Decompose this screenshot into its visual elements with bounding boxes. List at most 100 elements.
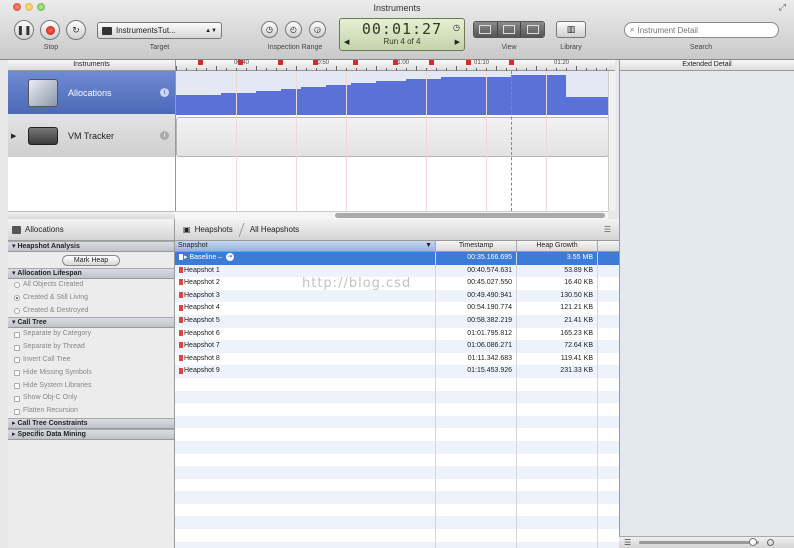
- inspection-end-button[interactable]: ◶: [309, 21, 326, 38]
- cell-heap-growth: 16.40 KB: [517, 277, 598, 290]
- view-segmented-control[interactable]: [473, 21, 545, 38]
- view-left-pane-button[interactable]: [474, 22, 498, 37]
- heapshot-flag-icon[interactable]: [313, 60, 318, 65]
- checkbox-option[interactable]: Separate by Category: [8, 328, 174, 341]
- heapshot-flag-icon[interactable]: [353, 60, 358, 65]
- disclosure-triangle-icon[interactable]: ▶: [11, 132, 16, 140]
- cell-snapshot: [175, 478, 436, 492]
- view-bottom-pane-button[interactable]: [497, 22, 522, 37]
- window-left-edge: [0, 60, 8, 548]
- library-button[interactable]: ▥: [556, 21, 586, 38]
- section-call-tree-constraints[interactable]: ▸ Call Tree Constraints: [8, 417, 174, 429]
- mark-heap-button[interactable]: Mark Heap: [62, 255, 120, 266]
- navigate-arrow-icon[interactable]: ➔: [226, 253, 235, 262]
- record-button[interactable]: [40, 20, 60, 40]
- target-selector[interactable]: InstrumentsTut... ▲▼: [97, 22, 222, 39]
- track-horizontal-scrollbar[interactable]: [175, 211, 608, 219]
- table-row[interactable]: Heapshot 9 01:15.453.926 231.33 KB: [175, 365, 619, 378]
- heapshot-flag-icon[interactable]: [429, 60, 434, 65]
- breadcrumb: ▣ Heapshots All Heapshots ☰: [175, 219, 619, 241]
- column-header-snapshot[interactable]: Snapshot ▼: [175, 241, 436, 251]
- view-right-pane-button[interactable]: [521, 22, 544, 37]
- table-row[interactable]: Heapshot 4 00:54.190.774 121.21 KB: [175, 302, 619, 315]
- heapshot-flag-icon[interactable]: [393, 60, 398, 65]
- option-label: Invert Call Tree: [23, 355, 71, 363]
- instrument-row-vm-tracker[interactable]: ▶ VM Tracker i: [8, 114, 175, 157]
- radio-option[interactable]: All Objects Created: [8, 279, 174, 292]
- info-icon[interactable]: i: [160, 88, 169, 97]
- checkbox[interactable]: [14, 357, 20, 364]
- empty-table-row: [175, 478, 619, 492]
- checkbox[interactable]: [14, 408, 20, 415]
- sort-arrow-icon: ▼: [425, 242, 432, 249]
- checkbox[interactable]: [14, 382, 20, 389]
- info-icon[interactable]: i: [160, 131, 169, 140]
- ruler-tick-label: 01:10: [474, 60, 490, 66]
- section-label: Call Tree: [17, 319, 47, 327]
- previous-run-arrow-icon[interactable]: ◀: [344, 38, 349, 46]
- playhead-line[interactable]: [511, 71, 512, 211]
- search-input[interactable]: [637, 25, 758, 35]
- table-row[interactable]: Heapshot 5 00:58.382.219 21.41 KB: [175, 314, 619, 328]
- section-allocation-lifespan[interactable]: ▾ Allocation Lifespan: [8, 268, 174, 279]
- list-menu-icon[interactable]: ☰: [604, 225, 611, 234]
- checkbox[interactable]: [14, 370, 20, 377]
- column-header-timestamp[interactable]: Timestamp: [436, 241, 517, 251]
- next-run-arrow-icon[interactable]: ▶: [455, 38, 460, 46]
- table-row[interactable]: ▸ Baseline – ➔ 00:35.166.695 3.55 MB: [175, 252, 619, 265]
- checkbox-option[interactable]: Hide System Libraries: [8, 380, 174, 393]
- cell-snapshot: [175, 529, 436, 542]
- zoom-slider[interactable]: [639, 538, 760, 546]
- radio-option[interactable]: Created & Still Living: [8, 292, 174, 305]
- radio-button[interactable]: [14, 295, 20, 302]
- heapshot-flag-icon[interactable]: [278, 60, 283, 65]
- column-header-heap-growth[interactable]: Heap Growth: [517, 241, 598, 251]
- scrollbar-thumb[interactable]: [335, 213, 605, 218]
- table-body: ▸ Baseline – ➔ 00:35.166.695 3.55 MB Heapsho…: [175, 252, 619, 548]
- heapshot-flag-icon: [179, 342, 183, 349]
- radio-button[interactable]: [14, 307, 20, 314]
- cell-heap-growth: [517, 466, 598, 479]
- checkbox-option[interactable]: Hide Missing Symbols: [8, 367, 174, 380]
- fullscreen-icon[interactable]: ⤢: [779, 2, 786, 13]
- inspection-clear-button[interactable]: ◴: [285, 21, 302, 38]
- heapshot-flag-icon[interactable]: [509, 60, 514, 65]
- radio-button[interactable]: [14, 282, 20, 289]
- heapshot-flag-icon[interactable]: [238, 60, 243, 65]
- cell-timestamp: 00:54.190.774: [436, 302, 517, 315]
- checkbox[interactable]: [14, 331, 20, 338]
- checkbox-option[interactable]: Separate by Thread: [8, 341, 174, 354]
- section-heapshot-analysis[interactable]: ▾ Heapshot Analysis: [8, 241, 174, 252]
- cell-filler: [598, 340, 619, 353]
- track-vertical-scrollbar[interactable]: [608, 71, 616, 211]
- checkbox[interactable]: [14, 395, 20, 402]
- list-icon[interactable]: ☰: [624, 538, 631, 547]
- slider-knob[interactable]: [749, 538, 758, 546]
- empty-table-row: [175, 440, 619, 454]
- table-row[interactable]: Heapshot 8 01:11.342.683 119.41 KB: [175, 352, 619, 366]
- checkbox[interactable]: [14, 344, 20, 351]
- table-row[interactable]: Heapshot 3 00:49.490.941 130.50 KB: [175, 289, 619, 303]
- restart-button[interactable]: ↻: [66, 20, 86, 40]
- snapshot-name: Heapshot 1: [184, 266, 220, 274]
- checkbox-option[interactable]: Show Obj-C Only: [8, 392, 174, 405]
- search-field[interactable]: ⌕: [624, 22, 779, 38]
- checkbox-option[interactable]: Invert Call Tree: [8, 354, 174, 367]
- breadcrumb-all-heapshots[interactable]: All Heapshots: [242, 225, 307, 234]
- timeline-ruler[interactable]: 00:4000:5001:0001:1001:20: [175, 60, 615, 71]
- section-specific-data-mining[interactable]: ▸ Specific Data Mining: [8, 428, 174, 440]
- cell-snapshot: [175, 516, 436, 530]
- vm-tracker-icon: [28, 126, 58, 145]
- table-row[interactable]: Heapshot 7 01:06.086.271 72.64 KB: [175, 340, 619, 353]
- heapshot-flag-icon[interactable]: [198, 60, 203, 65]
- section-call-tree[interactable]: ▾ Call Tree: [8, 317, 174, 329]
- track-area[interactable]: [175, 71, 608, 211]
- radio-option[interactable]: Created & Destroyed: [8, 305, 174, 318]
- instrument-row-allocations[interactable]: Allocations i: [8, 71, 175, 114]
- heapshot-flag-icon[interactable]: [466, 60, 471, 65]
- breadcrumb-heapshots[interactable]: ▣ Heapshots: [175, 225, 241, 234]
- inspection-start-button[interactable]: ◷: [261, 21, 278, 38]
- table-row[interactable]: Heapshot 6 01:01.795.812 165.23 KB: [175, 327, 619, 341]
- checkbox-option[interactable]: Flatten Recursion: [8, 405, 174, 418]
- pause-button[interactable]: ❚❚: [14, 20, 34, 40]
